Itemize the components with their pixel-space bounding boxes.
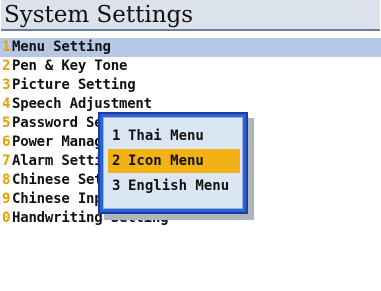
language-menu-popup: 1 Thai Menu 2 Icon Menu 3 English Menu — [98, 112, 248, 214]
popup-item-number: 1 — [112, 128, 121, 144]
menu-item-label: Menu Setting — [12, 39, 111, 55]
popup-item-label: Thai Menu — [128, 128, 204, 144]
menu-item-label: Picture Setting — [12, 77, 136, 93]
menu-item-number: 8 — [2, 172, 11, 188]
popup-item-number: 2 — [112, 153, 121, 169]
page-title: System Settings — [1, 0, 380, 31]
popup-body: 1 Thai Menu 2 Icon Menu 3 English Menu — [103, 117, 243, 209]
menu-item-number: 0 — [2, 210, 11, 226]
menu-item-menu-setting[interactable]: 1 Menu Setting — [0, 38, 381, 57]
menu-item-number: 6 — [2, 134, 11, 150]
popup-item-english-menu[interactable]: 3 English Menu — [108, 174, 229, 198]
menu-item-number: 3 — [2, 77, 11, 93]
menu-item-picture-setting[interactable]: 3 Picture Setting — [0, 76, 381, 95]
menu-item-number: 5 — [2, 115, 11, 131]
menu-item-number: 2 — [2, 58, 11, 74]
popup-item-number: 3 — [112, 178, 121, 194]
menu-item-number: 7 — [2, 153, 11, 169]
menu-item-label: Pen & Key Tone — [12, 58, 128, 74]
popup-item-icon-menu[interactable]: 2 Icon Menu — [108, 149, 240, 173]
menu-item-number: 9 — [2, 191, 11, 207]
menu-item-number: 4 — [2, 96, 11, 112]
popup-item-label: Icon Menu — [128, 153, 204, 169]
popup-item-thai-menu[interactable]: 1 Thai Menu — [108, 124, 204, 148]
menu-item-number: 1 — [2, 39, 11, 55]
popup-item-label: English Menu — [128, 178, 230, 194]
menu-item-pen-key-tone[interactable]: 2 Pen & Key Tone — [0, 57, 381, 76]
menu-item-label: Speech Adjustment — [12, 96, 152, 112]
